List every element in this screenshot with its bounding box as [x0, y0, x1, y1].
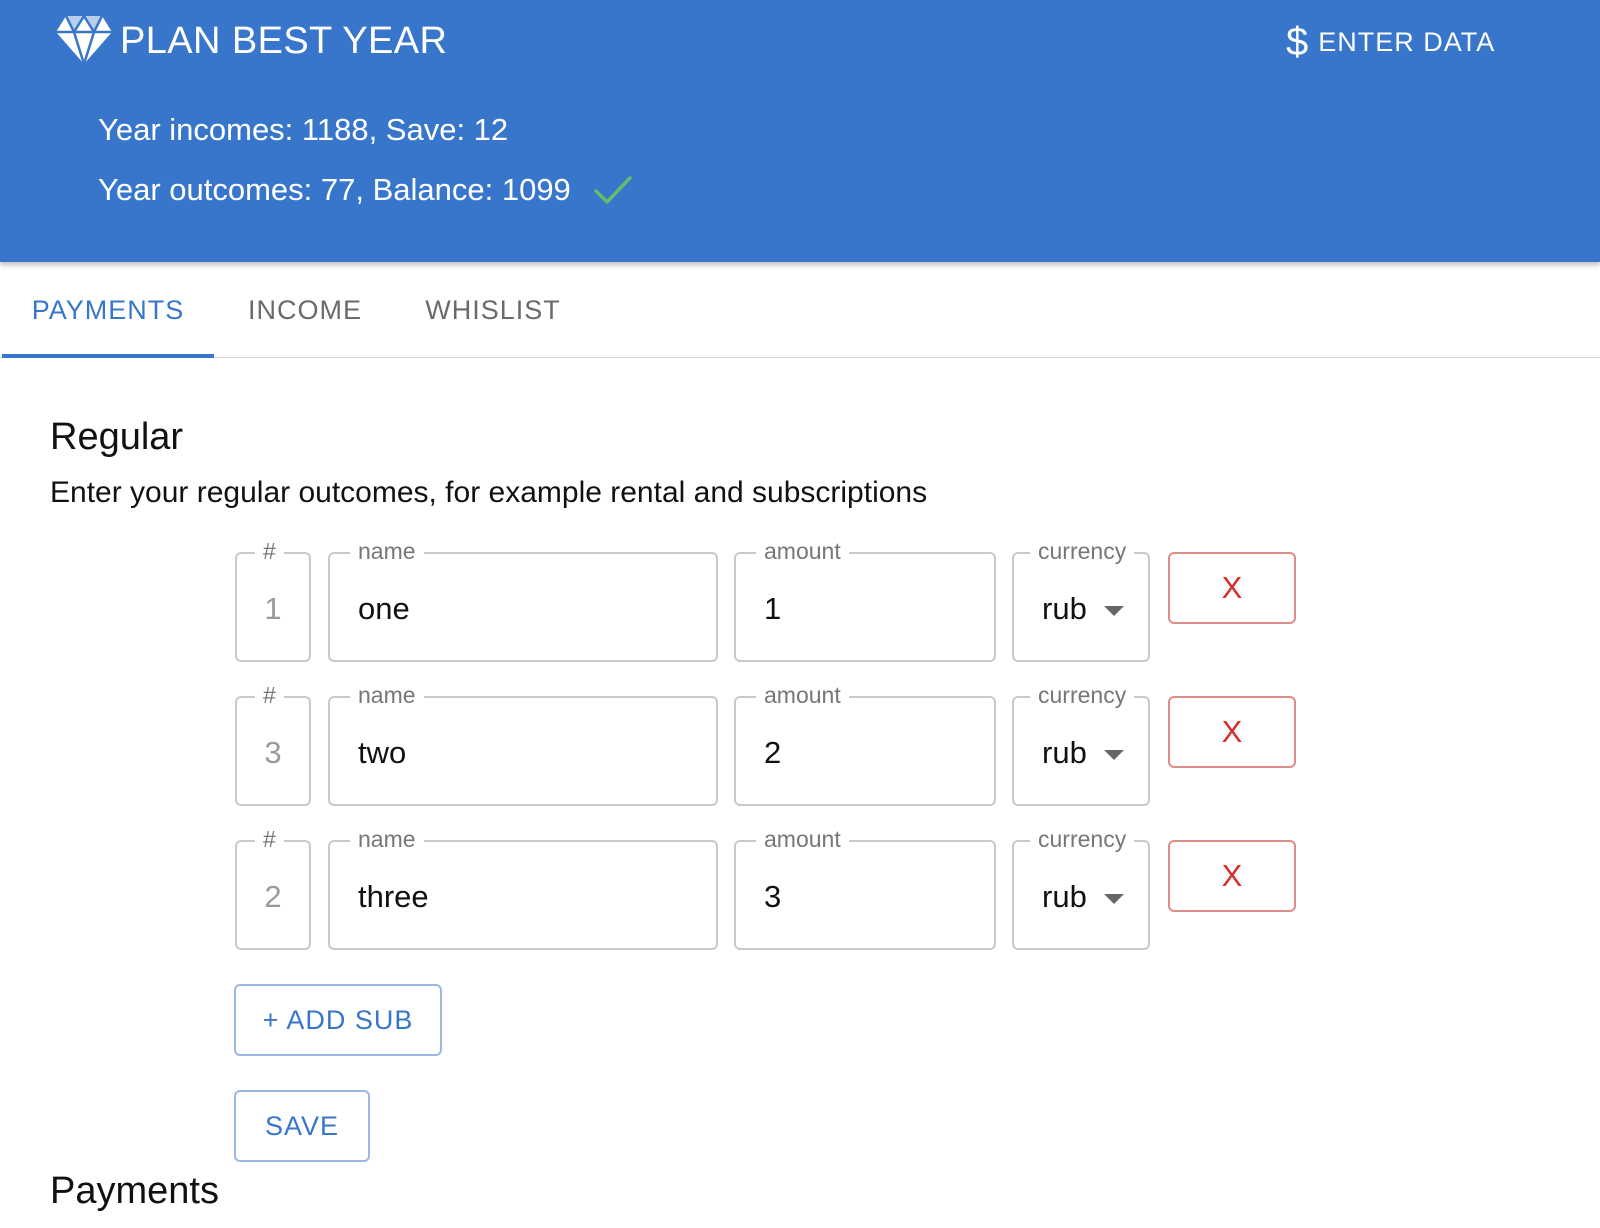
delete-row-button[interactable]: X [1168, 552, 1296, 624]
regular-section-description: Enter your regular outcomes, for example… [50, 476, 928, 509]
name-value: two [358, 735, 407, 770]
caret-down-icon [1104, 894, 1124, 904]
row-number-field: # 3 [235, 681, 311, 806]
year-incomes-summary: Year incomes: 1188, Save: 12 [98, 112, 509, 147]
currency-label: currency [1030, 825, 1135, 853]
currency-value: rub [1042, 591, 1087, 626]
save-button[interactable]: SAVE [234, 1090, 370, 1162]
amount-label: amount [756, 825, 849, 853]
delete-row-button[interactable]: X [1168, 696, 1296, 768]
delete-row-button[interactable]: X [1168, 840, 1296, 912]
currency-value: rub [1042, 879, 1087, 914]
row-number-field: # 2 [235, 825, 311, 950]
app-header: PLAN BEST YEAR $ ENTER DATA Year incomes… [0, 0, 1600, 262]
check-icon [594, 176, 632, 204]
name-value: one [358, 591, 410, 626]
name-label: name [350, 537, 424, 565]
currency-value: rub [1042, 735, 1087, 770]
diamond-icon [56, 14, 112, 66]
amount-label: amount [756, 681, 849, 709]
add-sub-button[interactable]: + ADD SUB [234, 984, 442, 1056]
tab-whislist[interactable]: WHISLIST [400, 262, 586, 358]
amount-value: 1 [764, 591, 782, 626]
name-input[interactable]: name three [328, 825, 718, 950]
amount-value: 3 [764, 879, 782, 914]
name-input[interactable]: name one [328, 537, 718, 662]
tab-active-indicator [2, 354, 214, 358]
name-label: name [350, 681, 424, 709]
row-number-value: 2 [264, 879, 282, 914]
currency-select[interactable]: currency rub [1012, 681, 1150, 806]
currency-select[interactable]: currency rub [1012, 537, 1150, 662]
payments-section-title: Payments [50, 1170, 219, 1212]
amount-input[interactable]: amount 3 [734, 825, 996, 950]
dollar-icon: $ [1286, 20, 1309, 64]
amount-label: amount [756, 537, 849, 565]
name-label: name [350, 825, 424, 853]
name-value: three [358, 879, 429, 914]
regular-section-title: Regular [50, 416, 184, 458]
name-input[interactable]: name two [328, 681, 718, 806]
caret-down-icon [1104, 750, 1124, 760]
currency-label: currency [1030, 681, 1135, 709]
row-number-value: 1 [264, 591, 282, 626]
amount-input[interactable]: amount 1 [734, 537, 996, 662]
year-outcomes-row: Year outcomes: 77, Balance: 1099 [98, 170, 633, 210]
row-number-label: # [255, 825, 284, 853]
row-number-value: 3 [264, 735, 282, 770]
amount-value: 2 [764, 735, 782, 770]
caret-down-icon [1104, 606, 1124, 616]
enter-data-label: ENTER DATA [1318, 26, 1496, 57]
tab-bar: PAYMENTS INCOME WHISLIST [0, 262, 1600, 358]
tab-payments[interactable]: PAYMENTS [2, 262, 214, 358]
page: PLAN BEST YEAR $ ENTER DATA Year incomes… [0, 0, 1600, 1228]
row-number-label: # [255, 537, 284, 565]
currency-label: currency [1030, 537, 1135, 565]
currency-select[interactable]: currency rub [1012, 825, 1150, 950]
row-number-field: # 1 [235, 537, 311, 662]
app-title: PLAN BEST YEAR [120, 20, 448, 62]
row-number-label: # [255, 681, 284, 709]
tab-income[interactable]: INCOME [216, 262, 394, 358]
amount-input[interactable]: amount 2 [734, 681, 996, 806]
enter-data-button[interactable]: $ ENTER DATA [1286, 18, 1495, 66]
year-outcomes-summary: Year outcomes: 77, Balance: 1099 [98, 172, 571, 207]
